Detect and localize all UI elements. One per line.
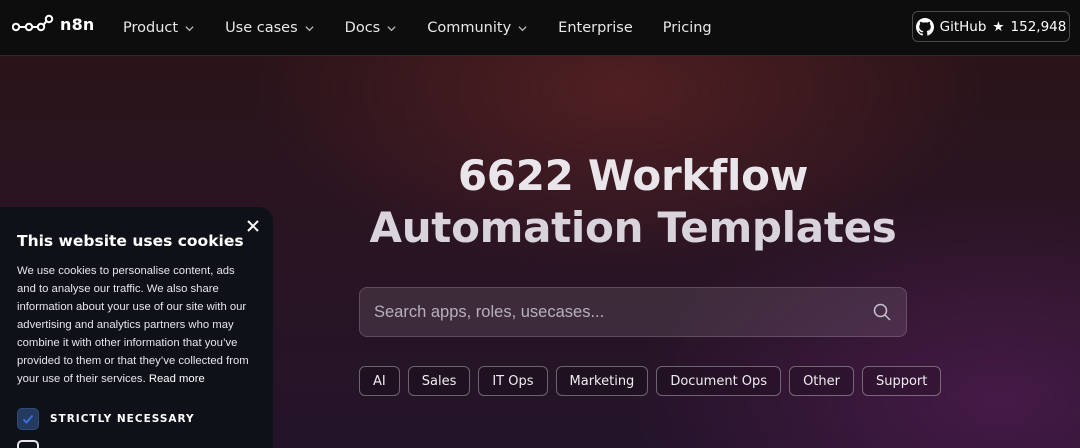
github-icon (915, 17, 934, 36)
nav-item-label: Use cases (225, 20, 298, 36)
nav-item-pricing[interactable]: Pricing (663, 20, 712, 36)
github-button[interactable]: GitHub ★ 152,948 (912, 11, 1070, 42)
github-label: GitHub (939, 18, 987, 35)
nav-item-label: Community (427, 20, 512, 36)
chevron-down-icon (185, 25, 194, 31)
cookie-description: We use cookies to personalise content, a… (17, 262, 256, 388)
category-chip-it-ops[interactable]: IT Ops (478, 366, 548, 396)
cookie-body-text: We use cookies to personalise content, a… (17, 265, 249, 385)
checkmark-icon (22, 414, 34, 424)
page-title-line-1: 6622 Workflow (457, 151, 809, 200)
category-chip-document-ops[interactable]: Document Ops (656, 366, 782, 396)
chevron-down-icon (305, 25, 314, 31)
cookie-option-partial[interactable] (17, 440, 256, 448)
read-more-link[interactable]: Read more (149, 373, 205, 385)
n8n-logo-icon (12, 14, 54, 32)
nav-item-label: Product (123, 20, 179, 36)
search-input[interactable] (374, 302, 872, 322)
category-chip-sales[interactable]: Sales (407, 366, 471, 396)
cookie-title: This website uses cookies (17, 232, 244, 250)
nav-item-label: Enterprise (558, 20, 633, 36)
top-navbar: n8n Product Use cases Docs Community Ent… (0, 0, 1080, 56)
nav-item-product[interactable]: Product (123, 20, 195, 36)
checkbox-checked[interactable] (17, 408, 39, 430)
github-star-count: 152,948 (1010, 18, 1067, 35)
chevron-down-icon (387, 25, 396, 31)
close-icon[interactable] (245, 218, 261, 234)
brand-name: n8n (60, 14, 95, 34)
search-icon[interactable] (872, 302, 892, 322)
category-chip-other[interactable]: Other (789, 366, 854, 396)
page-title: 6622 Workflow Automation Templates (360, 150, 906, 254)
nav-item-enterprise[interactable]: Enterprise (558, 20, 633, 36)
nav-item-docs[interactable]: Docs (345, 20, 398, 36)
category-chip-ai[interactable]: AI (359, 366, 400, 396)
star-icon: ★ (992, 18, 1005, 35)
checkbox-unchecked[interactable] (17, 440, 39, 448)
cookie-option-label: STRICTLY NECESSARY (50, 413, 195, 425)
nav-item-community[interactable]: Community (427, 20, 528, 36)
main-nav: Product Use cases Docs Community Enterpr… (123, 0, 742, 56)
template-search-bar (359, 287, 907, 337)
nav-item-label: Docs (344, 20, 381, 36)
category-filters: AI Sales IT Ops Marketing Document Ops O… (359, 366, 942, 396)
nav-item-label: Pricing (662, 20, 712, 36)
nav-item-use-cases[interactable]: Use cases (225, 20, 315, 36)
cookie-consent-panel: This website uses cookies We use cookies… (0, 207, 273, 448)
chevron-down-icon (518, 25, 527, 31)
category-chip-marketing[interactable]: Marketing (555, 366, 649, 396)
category-chip-support[interactable]: Support (861, 366, 942, 396)
n8n-logo[interactable]: n8n (12, 14, 95, 34)
cookie-option-strictly-necessary[interactable]: STRICTLY NECESSARY (17, 408, 256, 430)
page-title-line-2: Automation Templates (369, 203, 897, 252)
